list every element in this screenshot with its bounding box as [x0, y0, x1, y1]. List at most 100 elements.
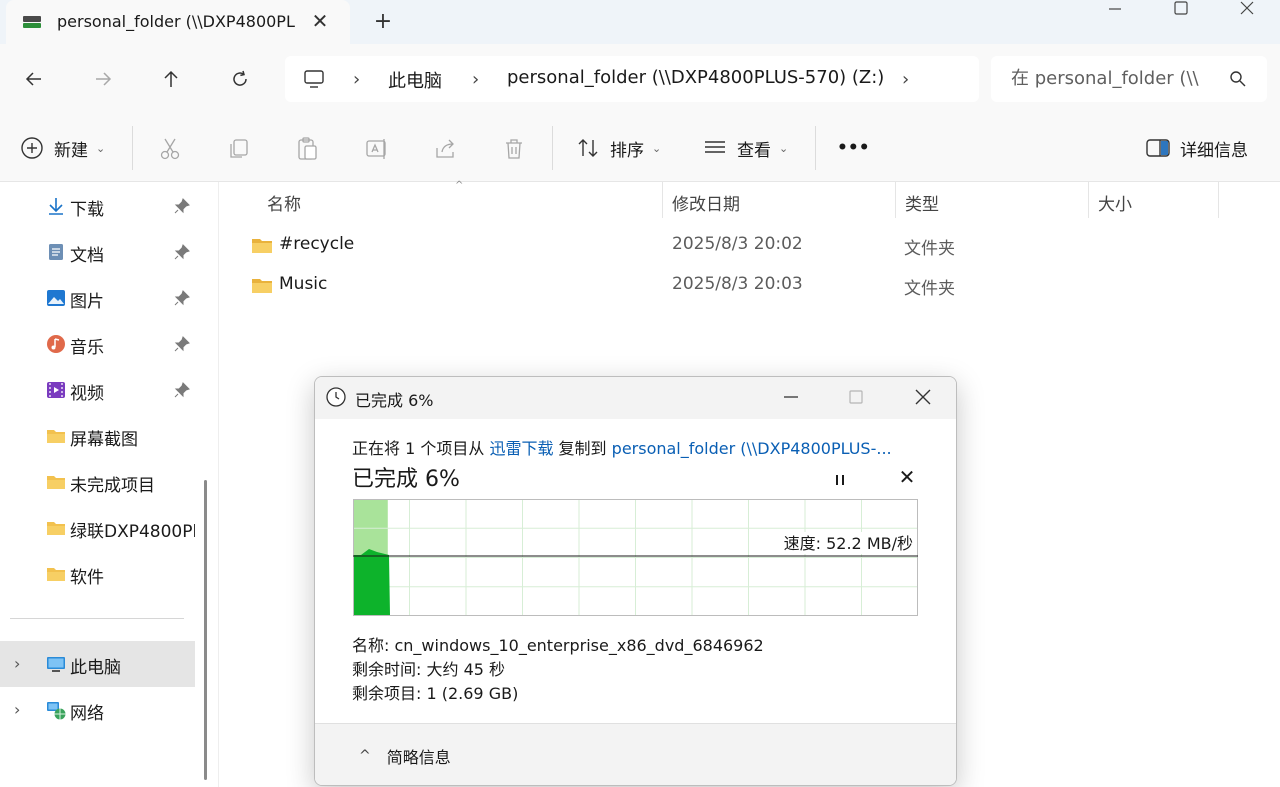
sidebar-item-videos[interactable]: 视频: [0, 367, 195, 413]
sidebar-scrollbar[interactable]: [204, 480, 207, 780]
column-header-name[interactable]: 名称: [267, 190, 301, 215]
details-pane-button[interactable]: 详细信息: [1146, 132, 1248, 164]
dialog-maximize-button[interactable]: [836, 383, 876, 413]
search-input[interactable]: [1011, 68, 1211, 89]
breadcrumb-this-pc[interactable]: 此电脑: [388, 67, 442, 93]
chevron-right-icon[interactable]: ›: [14, 700, 20, 719]
pin-icon[interactable]: [174, 290, 190, 306]
chevron-up-icon: ^: [359, 748, 371, 764]
new-label: 新建: [54, 140, 88, 161]
chevron-right-icon[interactable]: ›: [902, 69, 909, 90]
file-date: 2025/8/3 20:03: [672, 274, 803, 294]
sidebar-item-documents[interactable]: 文档: [0, 229, 195, 275]
command-bar: 新建 ⌄ 排序 ⌄ 查看 ⌄ ••• 详细信息: [0, 114, 1280, 182]
tab-close-icon[interactable]: ✕: [308, 10, 332, 34]
pause-button[interactable]: [828, 468, 852, 492]
clock-icon: [326, 387, 346, 407]
destination-link[interactable]: personal_folder (\\DXP4800PLUS-...: [612, 439, 892, 458]
pin-icon[interactable]: [174, 244, 190, 260]
column-divider[interactable]: [1088, 182, 1089, 218]
music-icon: [47, 335, 65, 353]
file-name: #recycle: [279, 234, 355, 254]
window-maximize-button[interactable]: [1158, 0, 1204, 36]
close-icon: [915, 389, 931, 405]
sidebar-item-downloads[interactable]: 下载: [0, 183, 195, 229]
column-divider[interactable]: [895, 182, 896, 218]
window-close-button[interactable]: [1224, 0, 1270, 36]
sidebar-item-pictures[interactable]: 图片: [0, 275, 195, 321]
up-button[interactable]: [156, 64, 186, 94]
fewer-details-label: 简略信息: [386, 748, 451, 767]
folder-icon: [252, 279, 272, 293]
sidebar-item-network[interactable]: › 网络: [0, 687, 195, 733]
column-divider[interactable]: [662, 182, 663, 218]
column-header-size[interactable]: 大小: [1098, 190, 1132, 215]
breadcrumb-personal-folder[interactable]: personal_folder (\\DXP4800PLUS-570) (Z:): [507, 67, 884, 88]
trash-icon[interactable]: [501, 136, 527, 162]
forward-button[interactable]: [88, 64, 118, 94]
pin-icon[interactable]: [174, 336, 190, 352]
file-date: 2025/8/3 20:02: [672, 234, 803, 254]
sort-icon: [578, 139, 598, 157]
network-icon: [47, 702, 66, 720]
toolbar-divider: [552, 126, 553, 170]
chevron-right-icon[interactable]: ›: [353, 69, 360, 90]
sidebar-item-label: 此电脑: [70, 658, 121, 678]
search-box[interactable]: [991, 56, 1267, 102]
dialog-close-button[interactable]: [903, 383, 943, 413]
folder-icon: [47, 476, 65, 489]
chevron-down-icon: ⌄: [96, 141, 106, 155]
chevron-right-icon[interactable]: ›: [472, 69, 479, 90]
refresh-icon: [233, 70, 247, 86]
pin-icon[interactable]: [174, 198, 190, 214]
arrow-up-icon: [164, 70, 178, 87]
view-button[interactable]: 查看 ⌄: [703, 132, 788, 164]
table-row[interactable]: Music 2025/8/3 20:03 文件夹: [243, 265, 1243, 305]
column-header-date[interactable]: 修改日期: [672, 190, 740, 215]
new-tab-button[interactable]: +: [370, 9, 396, 35]
fewer-details-toggle[interactable]: ^ 简略信息: [359, 744, 451, 768]
refresh-button[interactable]: [225, 64, 255, 94]
network-drive-icon: [23, 16, 41, 28]
sort-button[interactable]: 排序 ⌄: [576, 132, 661, 164]
sidebar-item-music[interactable]: 音乐: [0, 321, 195, 367]
pin-icon[interactable]: [174, 382, 190, 398]
sidebar-item-software[interactable]: 软件: [0, 551, 195, 597]
dialog-minimize-button[interactable]: [771, 383, 811, 413]
tab-active[interactable]: personal_folder (\\DXP4800PL ✕: [6, 0, 350, 44]
address-bar[interactable]: › 此电脑 › personal_folder (\\DXP4800PLUS-5…: [285, 56, 979, 102]
dialog-title-bar[interactable]: 已完成 6%: [315, 377, 956, 419]
sidebar-item-label: 屏幕截图: [70, 430, 138, 450]
window-minimize-button[interactable]: [1092, 0, 1138, 36]
search-icon[interactable]: [1229, 70, 1247, 88]
sidebar-item-ugreen-nas[interactable]: 绿联DXP4800Plus: [0, 505, 195, 551]
source-link[interactable]: 迅雷下载: [489, 439, 553, 458]
sidebar-item-label: 软件: [70, 568, 104, 588]
sidebar-item-this-pc[interactable]: › 此电脑: [0, 641, 195, 687]
rename-icon[interactable]: [364, 136, 390, 162]
paste-icon[interactable]: [295, 136, 321, 162]
copy-icon[interactable]: [226, 136, 252, 162]
video-icon: [47, 382, 65, 398]
more-options-button[interactable]: •••: [837, 132, 870, 164]
toolbar-divider: [815, 126, 816, 170]
cut-icon[interactable]: [157, 136, 183, 162]
cancel-button[interactable]: ✕: [895, 465, 919, 489]
chevron-down-icon: ⌄: [652, 141, 662, 155]
column-header-type[interactable]: 类型: [905, 190, 939, 215]
back-button[interactable]: [19, 64, 49, 94]
arrow-left-icon: [25, 72, 41, 86]
sidebar-item-unfinished-projects[interactable]: 未完成项目: [0, 459, 195, 505]
chevron-right-icon[interactable]: ›: [14, 654, 20, 673]
share-icon[interactable]: [433, 136, 459, 162]
sort-label: 排序: [610, 140, 644, 161]
folder-icon: [47, 568, 65, 581]
column-divider[interactable]: [1218, 182, 1219, 218]
dialog-body: 正在将 1 个项目从 迅雷下载 复制到 personal_folder (\\D…: [315, 419, 956, 723]
view-label: 查看: [737, 140, 771, 161]
folder-icon: [47, 522, 65, 535]
sidebar-item-screenshots[interactable]: 屏幕截图: [0, 413, 195, 459]
title-bar: personal_folder (\\DXP4800PL ✕ +: [0, 0, 1280, 44]
new-button[interactable]: 新建 ⌄: [20, 132, 105, 164]
table-row[interactable]: #recycle 2025/8/3 20:02 文件夹: [243, 225, 1243, 265]
